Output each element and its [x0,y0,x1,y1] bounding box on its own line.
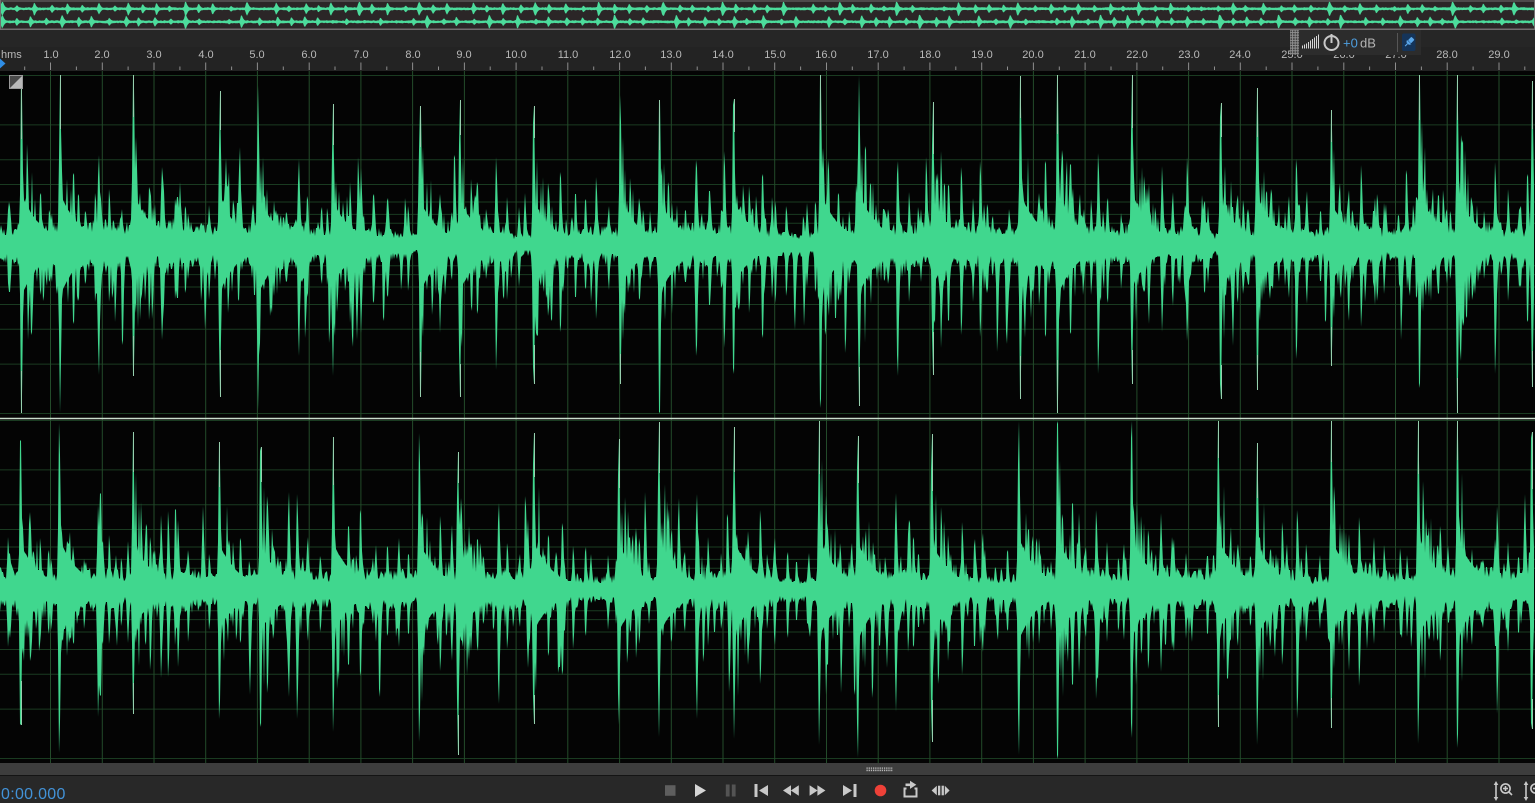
svg-text:+0: +0 [1343,36,1358,51]
svg-text:dB: dB [1360,36,1376,51]
